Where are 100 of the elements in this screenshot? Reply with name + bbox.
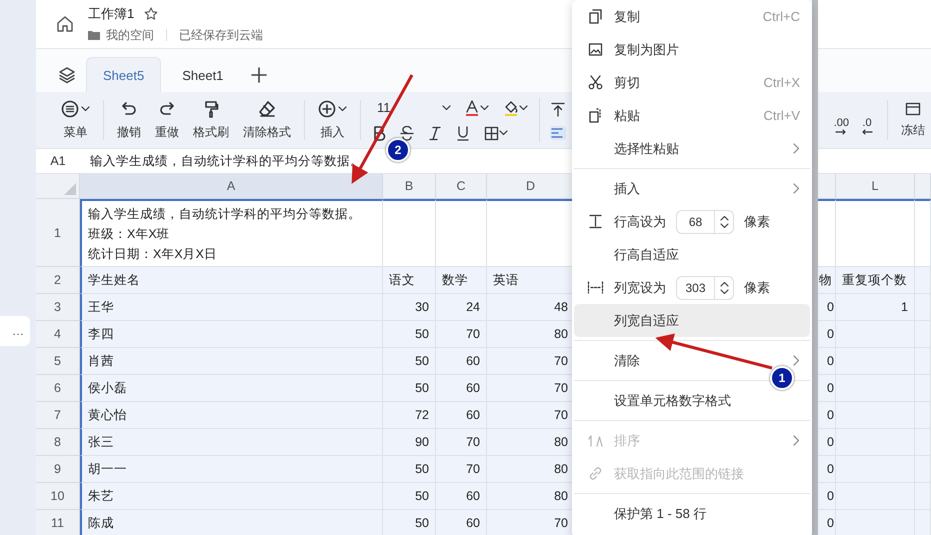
table-cell: 陈成 xyxy=(80,510,383,535)
table-cell: 80 xyxy=(487,456,575,483)
scrollbar[interactable] xyxy=(812,0,818,535)
stepper-icon[interactable] xyxy=(720,280,728,296)
table-cell: 70 xyxy=(487,375,575,402)
table-cell: 肖茜 xyxy=(80,348,383,375)
menu-item[interactable]: 剪切 Ctrl+X xyxy=(574,66,810,99)
sheet-tab[interactable]: Sheet1 xyxy=(165,57,240,92)
table-cell: 0 xyxy=(818,402,836,429)
menu-item[interactable]: 行高设为 68 像素 xyxy=(574,205,810,238)
borders-button[interactable] xyxy=(483,124,509,142)
cell-text-line: 输入学生成绩，自动统计学科的平均分等数据。 xyxy=(88,206,361,222)
number-field[interactable]: 303 xyxy=(676,276,734,300)
link-icon xyxy=(588,466,602,481)
menu-item[interactable]: 粘贴 Ctrl+V xyxy=(574,99,810,132)
toolbar-button[interactable]: 清除格式 xyxy=(236,100,298,140)
plus-icon xyxy=(251,66,268,82)
toolbar-button[interactable]: 冻结 xyxy=(894,102,925,138)
table-cell: 语文 xyxy=(383,267,436,294)
row-number[interactable]: 6 xyxy=(36,375,80,402)
star-icon[interactable] xyxy=(144,6,158,20)
cell-reference: A1 xyxy=(49,154,67,168)
number-field[interactable]: 68 xyxy=(676,210,734,234)
menu-item[interactable]: 插入 xyxy=(574,172,810,205)
table-cell: 70 xyxy=(436,429,487,456)
column-header[interactable]: D xyxy=(487,174,575,199)
column-header[interactable]: A xyxy=(80,174,383,199)
table-cell: 0 xyxy=(818,510,836,535)
strikethrough-icon[interactable] xyxy=(399,124,415,142)
column-width-icon xyxy=(586,280,604,295)
menu-item[interactable]: 复制为图片 xyxy=(574,33,810,66)
table-cell: 黄心怡 xyxy=(80,402,383,429)
font-size-select[interactable]: 11 xyxy=(371,100,451,115)
sheet-tab[interactable]: Sheet5 xyxy=(86,57,162,92)
row-number[interactable]: 7 xyxy=(36,402,80,429)
menu-item[interactable]: 保护第 1 - 58 行 xyxy=(574,497,810,530)
chevron-right-icon xyxy=(793,183,800,194)
toolbar-button[interactable]: 插入 xyxy=(311,100,354,140)
sort-icon xyxy=(588,433,602,448)
freeze-icon xyxy=(905,102,921,116)
column-header[interactable]: C xyxy=(436,174,487,199)
toolbar-button[interactable]: 格式刷 xyxy=(186,100,236,140)
bold-icon[interactable] xyxy=(371,124,387,142)
table-cell: 王华 xyxy=(80,294,383,321)
table-cell: 朱艺 xyxy=(80,483,383,510)
align-left-icon[interactable] xyxy=(550,126,566,140)
table-cell: 60 xyxy=(436,510,487,535)
menu-item[interactable]: 行高自适应 xyxy=(574,238,810,271)
table-cell: 重复项个数 xyxy=(836,267,915,294)
fill-color-button[interactable] xyxy=(502,98,529,116)
undo-icon xyxy=(120,100,138,118)
menu-icon xyxy=(61,100,79,118)
table-cell: 70 xyxy=(487,402,575,429)
caret-icon xyxy=(81,106,90,112)
table-cell xyxy=(818,199,836,267)
sidebar-item[interactable]: … xyxy=(0,316,30,346)
save-status: 已经保存到云端 xyxy=(179,26,263,44)
row-number[interactable]: 5 xyxy=(36,348,80,375)
table-cell: 50 xyxy=(383,510,436,535)
underline-icon[interactable] xyxy=(455,124,471,142)
decimal-button[interactable]: .0 xyxy=(855,106,879,134)
document-title: 工作簿1 xyxy=(88,4,134,22)
table-cell: 50 xyxy=(383,456,436,483)
table-cell: 70 xyxy=(487,348,575,375)
folder-link[interactable]: 我的空间 xyxy=(106,26,154,44)
menu-item[interactable]: 复制 Ctrl+C xyxy=(574,0,810,33)
home-icon[interactable] xyxy=(56,15,74,33)
column-header[interactable]: B xyxy=(383,174,436,199)
column-header[interactable]: L xyxy=(836,174,915,199)
table-cell: 0 xyxy=(818,456,836,483)
menu-item[interactable]: 选择性粘贴 xyxy=(574,132,810,165)
cell-text-line: 班级：X年X班 xyxy=(88,226,171,242)
toolbar-button[interactable]: 菜单 xyxy=(54,100,97,140)
row-number[interactable]: 11 xyxy=(36,510,80,535)
table-cell: 1 xyxy=(836,294,915,321)
row-number[interactable]: 10 xyxy=(36,483,80,510)
row-number[interactable]: 8 xyxy=(36,429,80,456)
row-number[interactable]: 4 xyxy=(36,321,80,348)
layers-icon xyxy=(58,66,76,84)
row-number[interactable]: 2 xyxy=(36,267,80,294)
decimal-button[interactable]: .00 xyxy=(828,106,855,134)
menu-item[interactable]: 列宽自适应 xyxy=(574,304,810,337)
table-cell: 24 xyxy=(436,294,487,321)
align-top-icon[interactable] xyxy=(550,100,566,118)
table-cell: 80 xyxy=(487,321,575,348)
row-number[interactable]: 3 xyxy=(36,294,80,321)
table-cell: 60 xyxy=(436,375,487,402)
toolbar-button[interactable]: 重做 xyxy=(148,100,186,140)
chevron-right-icon xyxy=(793,435,800,446)
italic-icon[interactable] xyxy=(427,124,443,142)
toolbar-button[interactable]: 撤销 xyxy=(110,100,148,140)
table-cell: 50 xyxy=(383,321,436,348)
table-cell: 张三 xyxy=(80,429,383,456)
image-icon xyxy=(588,42,602,57)
step-badge: 2 xyxy=(386,138,410,162)
row-number[interactable]: 9 xyxy=(36,456,80,483)
stepper-icon[interactable] xyxy=(720,214,728,230)
row-number[interactable]: 1 xyxy=(36,199,80,267)
menu-item[interactable]: 列宽设为 303 像素 xyxy=(574,271,810,304)
font-color-button[interactable] xyxy=(463,98,490,116)
